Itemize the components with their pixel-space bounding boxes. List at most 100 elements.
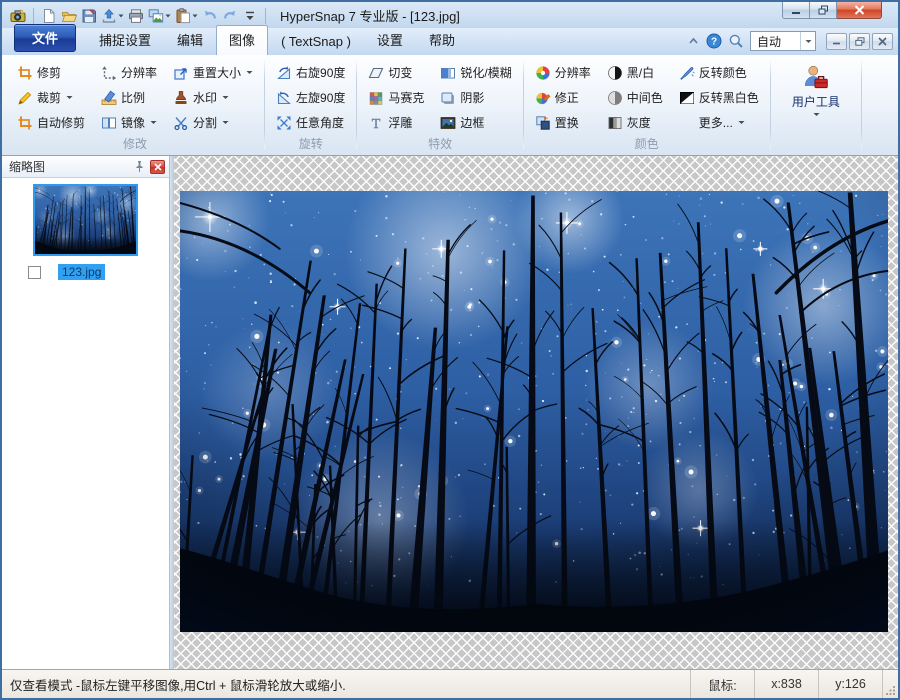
export-button[interactable]: [100, 7, 125, 25]
chevron-up-icon: [687, 35, 700, 47]
minimize-icon: [791, 6, 801, 15]
ribbon: 修剪裁剪自动修剪分辨率比例镜像重置大小水印分割修改右旋90度左旋90度任意角度旋…: [2, 55, 898, 156]
mdi-restore-button[interactable]: [849, 33, 870, 50]
cut-button[interactable]: 裁剪: [15, 88, 87, 107]
thumbnail-filename[interactable]: 123.jpg: [58, 264, 105, 280]
sharpen-blur-button[interactable]: 锐化/模糊: [438, 63, 513, 82]
close-icon: [154, 163, 162, 171]
auto-trim-button[interactable]: 自动修剪: [15, 113, 87, 132]
copy-button[interactable]: [147, 7, 172, 25]
frame-icon: [440, 115, 456, 131]
mouse-x-value: x:838: [754, 670, 818, 698]
shear-button[interactable]: 切变: [366, 63, 426, 82]
rotate-any-icon: [276, 115, 292, 131]
mosaic-button[interactable]: 马赛克: [366, 88, 426, 107]
separator: [265, 8, 266, 24]
black-white-icon: [607, 65, 623, 81]
invert-colors-button[interactable]: 反转颜色: [677, 63, 761, 82]
tab-image[interactable]: 图像: [216, 25, 268, 55]
new-file-button[interactable]: [40, 7, 58, 25]
split-button[interactable]: 分割: [171, 113, 255, 132]
group-label: 修改: [6, 135, 264, 152]
ribbon-group-modify: 修剪裁剪自动修剪 分辨率比例镜像 重置大小水印分割修改: [6, 58, 264, 155]
thumbnail-checkbox[interactable]: [28, 266, 41, 279]
resize-icon: [173, 65, 189, 81]
button-label: 修正: [555, 89, 579, 106]
svg-text:?: ?: [711, 37, 717, 48]
button-label: 灰度: [627, 114, 651, 131]
help-button[interactable]: ?: [706, 33, 722, 49]
tab-list: 文件捕捉设置编辑图像( TextSnap )设置帮助: [12, 24, 468, 55]
button-label: 比例: [121, 89, 145, 106]
maximize-restore-button[interactable]: [810, 2, 837, 19]
color-correct-icon: [535, 90, 551, 106]
close-panel-button[interactable]: [150, 160, 165, 174]
app-window: HyperSnap 7 专业版 - [123.jpg] 文件捕捉设置编辑图像( …: [0, 0, 900, 700]
close-button[interactable]: [837, 2, 882, 19]
magnifier-icon: [728, 33, 744, 49]
paste-button[interactable]: [174, 7, 199, 25]
user-tools-icon: [802, 64, 829, 91]
grayscale-button[interactable]: 灰度: [605, 113, 665, 132]
tab-file[interactable]: 文件: [14, 24, 76, 52]
emboss-button[interactable]: T浮雕: [366, 113, 426, 132]
app-menu-button[interactable]: [9, 7, 27, 25]
rotate-any-angle-button[interactable]: 任意角度: [274, 113, 347, 132]
rotate-left-90-button[interactable]: 左旋90度: [274, 88, 347, 107]
tab-help[interactable]: 帮助: [416, 25, 468, 55]
restore-icon: [855, 37, 865, 46]
watermark-button[interactable]: 水印: [171, 88, 255, 107]
minimize-button[interactable]: [782, 2, 810, 19]
window-controls: [782, 2, 882, 19]
color-resolution-button[interactable]: 分辨率: [533, 63, 593, 82]
trim-button[interactable]: 修剪: [15, 63, 87, 82]
tab-edit[interactable]: 编辑: [164, 25, 216, 55]
button-label: 水印: [193, 89, 217, 106]
resize-grip[interactable]: [882, 670, 898, 698]
mdi-minimize-button[interactable]: [826, 33, 847, 50]
emboss-icon: T: [368, 115, 384, 131]
save-button[interactable]: [80, 7, 98, 25]
tab-capture-settings[interactable]: 捕捉设置: [86, 25, 164, 55]
color-correct-button[interactable]: 修正: [533, 88, 593, 107]
rotate-right-90-button[interactable]: 右旋90度: [274, 63, 347, 82]
tab-textsnap[interactable]: ( TextSnap ): [268, 29, 364, 55]
scale-button[interactable]: 比例: [99, 88, 159, 107]
user-tools-button[interactable]: 用户工具: [780, 60, 852, 119]
invert-bw-button[interactable]: 反转黑白色: [677, 88, 761, 107]
thumbnail-item[interactable]: [33, 184, 138, 256]
open-file-button[interactable]: [60, 7, 78, 25]
redo-button[interactable]: [221, 7, 239, 25]
qat-customize-button[interactable]: [241, 7, 259, 25]
sharpen-blur-icon: [440, 65, 456, 81]
dropdown-arrow-icon: [118, 14, 124, 18]
photo-image[interactable]: [180, 191, 888, 632]
button-label: 左旋90度: [296, 89, 345, 106]
midtone-button[interactable]: 中间色: [605, 88, 665, 107]
border-button[interactable]: 边框: [438, 113, 513, 132]
button-label: 中间色: [627, 89, 663, 106]
watermark-icon: [173, 90, 189, 106]
button-label: 镜像: [121, 114, 145, 131]
new-file-icon: [41, 8, 57, 24]
ribbon-group-user-tools: 用户工具: [771, 58, 861, 155]
resize-button[interactable]: 重置大小: [171, 63, 255, 82]
undo-button[interactable]: [201, 7, 219, 25]
mirror-icon: [101, 115, 117, 131]
black-white-button[interactable]: 黑/白: [605, 63, 665, 82]
collapse-ribbon-button[interactable]: [687, 35, 700, 47]
replace-button[interactable]: 置换: [533, 113, 593, 132]
zoom-mode-select[interactable]: 自动: [750, 31, 816, 51]
help-icon: ?: [706, 33, 722, 49]
mirror-button[interactable]: 镜像: [99, 113, 159, 132]
button-label: 分割: [193, 114, 217, 131]
resolution-button[interactable]: 分辨率: [99, 63, 159, 82]
print-button[interactable]: [127, 7, 145, 25]
mdi-close-button[interactable]: [872, 33, 893, 50]
pin-panel-button[interactable]: [132, 159, 147, 174]
zoom-tool-button[interactable]: [728, 33, 744, 49]
tab-settings[interactable]: 设置: [364, 25, 416, 55]
shadow-button[interactable]: 阴影: [438, 88, 513, 107]
more-button[interactable]: 更多...: [677, 113, 761, 132]
paste-icon: [175, 8, 191, 24]
